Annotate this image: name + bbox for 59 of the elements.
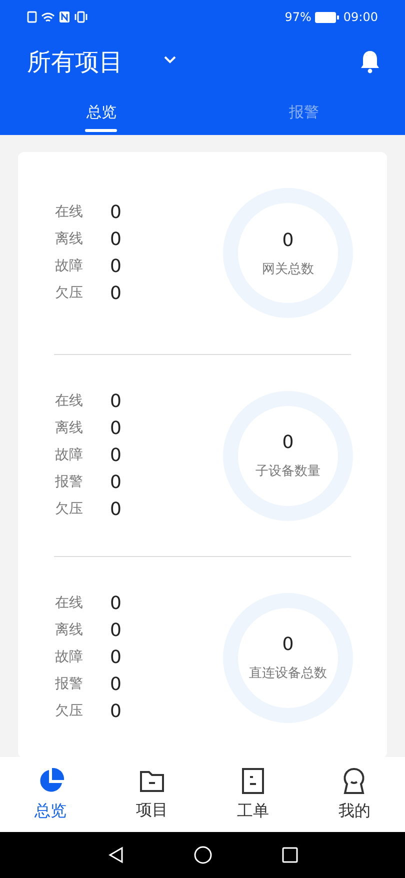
stat-value: 0 (110, 702, 122, 722)
nfc-icon (59, 11, 70, 23)
stat-label: 故障 (55, 446, 84, 465)
stat-value: 0 (110, 256, 122, 276)
vibrate-icon (74, 11, 88, 23)
total-label: 直连设备总数 (249, 665, 327, 684)
stat-label: 在线 (55, 392, 84, 411)
clock-time: 09:00 (343, 9, 378, 26)
bottom-nav-item[interactable]: 工单 (202, 757, 304, 832)
stat-label: 欠压 (55, 500, 84, 519)
bottom-nav-item[interactable]: 项目 (101, 757, 202, 832)
chevron-down-icon (163, 54, 177, 64)
stat-value: 0 (110, 202, 122, 222)
stat-value: 0 (110, 472, 122, 492)
stat-label: 在线 (55, 594, 84, 613)
bell-icon (360, 50, 380, 74)
total-label: 子设备数量 (256, 463, 320, 482)
stat-label: 离线 (55, 230, 84, 249)
notifications-button[interactable] (360, 50, 380, 74)
stat-label: 报警 (55, 473, 84, 492)
tab[interactable]: 总览 (0, 90, 202, 135)
stat-value: 0 (110, 594, 122, 614)
recents-button[interactable] (282, 847, 298, 863)
recents-icon (282, 847, 298, 863)
stat-value: 0 (110, 648, 122, 668)
bottom-nav-item[interactable]: 总览 (0, 757, 102, 832)
stat-label: 离线 (55, 621, 84, 640)
total-value: 0 (282, 633, 294, 658)
wifi-icon (41, 12, 55, 22)
back-button[interactable] (108, 846, 124, 864)
stat-value: 0 (110, 620, 122, 640)
stat-value: 0 (110, 284, 122, 304)
stat-value: 0 (110, 446, 122, 466)
battery-icon (315, 12, 340, 22)
project-dropdown[interactable] (163, 54, 177, 64)
stat-value: 0 (110, 392, 122, 412)
stat-label: 故障 (55, 648, 84, 667)
project-title: 所有项目 (27, 47, 123, 78)
stat-label: 欠压 (55, 702, 84, 721)
stat-label: 在线 (55, 203, 84, 222)
stat-value: 0 (110, 674, 122, 694)
document-icon (241, 766, 266, 794)
stat-label: 欠压 (55, 284, 84, 303)
tab-indicator (85, 129, 118, 132)
home-button[interactable] (194, 846, 212, 864)
stat-value: 0 (110, 230, 122, 250)
total-value: 0 (282, 431, 294, 456)
stat-value: 0 (110, 418, 122, 438)
bottom-nav-item[interactable]: 我的 (304, 757, 405, 832)
stat-value: 0 (110, 500, 122, 520)
stat-label: 故障 (55, 257, 84, 276)
total-label: 网关总数 (262, 260, 314, 279)
home-icon (194, 846, 212, 864)
stat-label: 离线 (55, 419, 84, 438)
sim-icon (27, 11, 37, 23)
back-icon (108, 846, 124, 864)
stat-label: 报警 (55, 675, 84, 694)
battery-percent: 97% (284, 9, 312, 26)
total-value: 0 (282, 228, 294, 253)
